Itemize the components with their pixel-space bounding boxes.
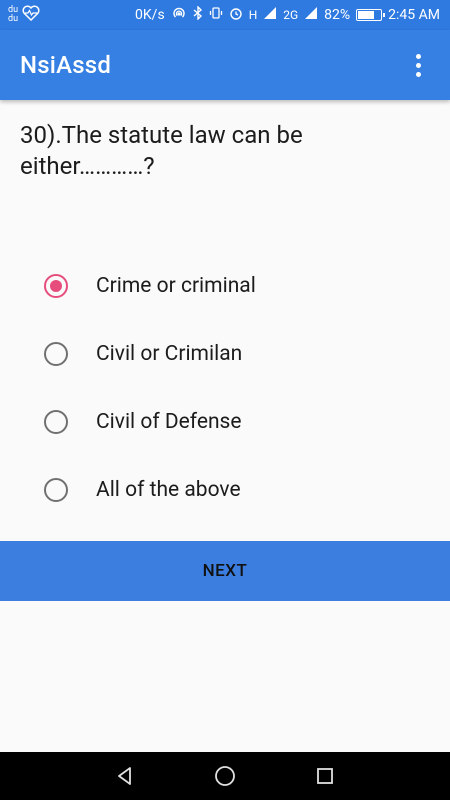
back-icon[interactable] [113,764,137,788]
question-text: 30).The statute law can be either…………? [20,121,303,180]
app-bar: NsiAssd [0,30,450,100]
recents-icon[interactable] [313,764,337,788]
carrier-label: du du [8,6,18,24]
signal-icon [263,6,277,24]
vibrate-icon [209,6,223,24]
option-3[interactable]: Civil of Defense [0,388,450,456]
radio-button[interactable] [44,342,68,366]
overflow-menu-icon[interactable] [406,50,430,80]
home-icon[interactable] [213,764,237,788]
network-speed: 0K/s [135,7,165,23]
option-label: Crime or criminal [96,274,256,298]
option-1[interactable]: Crime or criminal [0,252,450,320]
hotspot-icon [171,6,187,24]
battery-fill [358,11,375,19]
options-list: Crime or criminal Civil or Crimilan Civi… [0,252,450,524]
alarm-icon [229,6,243,24]
status-bar: du du 0K/s H 2G 82% 2:45 AM [0,0,450,30]
option-2[interactable]: Civil or Crimilan [0,320,450,388]
navigation-bar [0,752,450,800]
option-label: All of the above [96,478,241,502]
status-left: du du [8,5,40,25]
health-icon [22,5,40,25]
carrier-bottom: du [8,14,19,24]
battery-percent: 82% [324,7,351,23]
menu-dot [415,62,421,68]
status-right: 0K/s H 2G 82% 2:45 AM [135,5,440,24]
option-label: Civil of Defense [96,410,242,434]
clock: 2:45 AM [388,7,440,23]
menu-dot [415,53,421,59]
radio-button[interactable] [44,478,68,502]
radio-button[interactable] [44,410,68,434]
menu-dot [415,71,421,77]
app-title: NsiAssd [20,51,112,79]
option-4[interactable]: All of the above [0,456,450,524]
option-label: Civil or Crimilan [96,342,243,366]
bluetooth-icon [193,5,203,24]
signal-icon-2 [304,6,318,24]
network-type-h: H [248,8,258,22]
network-type-2g: 2G [283,8,299,22]
next-button[interactable]: NEXT [0,541,450,601]
battery-icon [356,9,386,21]
radio-button[interactable] [44,274,68,298]
